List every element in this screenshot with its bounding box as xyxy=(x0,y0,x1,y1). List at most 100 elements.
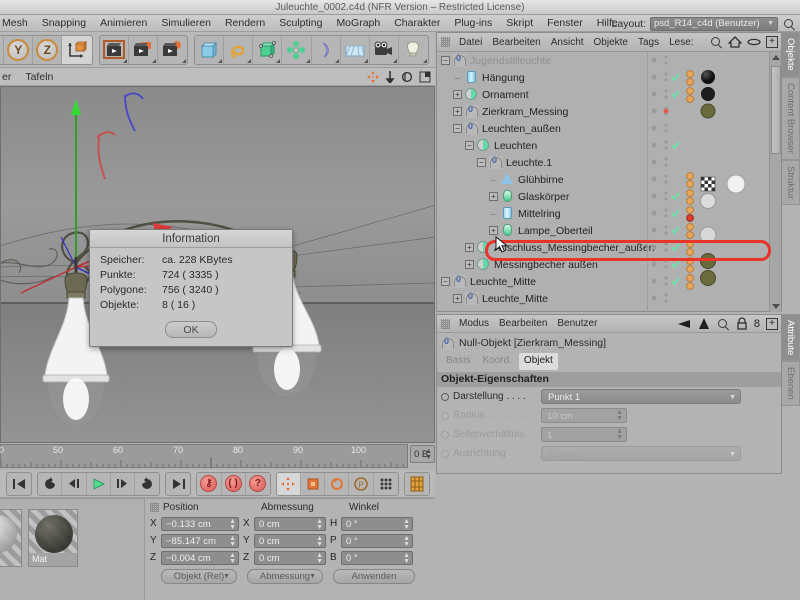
menu-plugins[interactable]: Plug-ins xyxy=(447,15,499,32)
scroll-down-arrow-icon[interactable] xyxy=(772,304,780,309)
expand-icon[interactable]: + xyxy=(766,36,778,48)
axis-lock-y-button[interactable]: Y xyxy=(4,35,34,64)
tree-row-ornament[interactable]: + Ornament xyxy=(437,86,647,103)
stepper-icon[interactable]: ▲ ▼ xyxy=(229,518,236,531)
stepper-icon[interactable]: ▲ ▼ xyxy=(403,535,410,548)
history-count-label[interactable]: 8 xyxy=(754,318,760,330)
cube-icon[interactable] xyxy=(194,35,225,64)
menu-rendern[interactable]: Rendern xyxy=(218,15,272,32)
record-keyframe-icon[interactable]: ⚷ xyxy=(197,472,222,495)
om-menu-lese[interactable]: Lese: xyxy=(664,37,698,48)
stepper-icon[interactable]: ▲ ▼ xyxy=(229,552,236,565)
menu-sculpting[interactable]: Sculpting xyxy=(272,15,329,32)
tree-row-messingbecher-aussen[interactable]: + Messingbecher außen xyxy=(437,256,647,273)
menu-tafeln[interactable]: Tafeln xyxy=(18,68,60,86)
autokey-icon[interactable]: ( ) xyxy=(221,472,246,495)
material-swatch-partial[interactable] xyxy=(0,509,22,567)
angle-b-field[interactable]: 0 ° ▲ ▼ xyxy=(341,550,413,565)
scale-icon[interactable] xyxy=(385,70,395,83)
home-icon[interactable] xyxy=(728,36,742,48)
om-menu-tags[interactable]: Tags xyxy=(633,37,664,48)
expander-minus-icon[interactable]: − xyxy=(477,158,486,167)
tree-row-lampe-oberteil[interactable]: + Lampe_Oberteil xyxy=(437,222,647,239)
expander-plus-icon[interactable]: + xyxy=(465,243,474,252)
tree-row-haengung[interactable]: – Hängung xyxy=(437,69,647,86)
stepper-icon[interactable]: ▲ ▼ xyxy=(616,428,623,441)
tab-objekt[interactable]: Objekt xyxy=(518,353,558,370)
tree-row-zierkram-messing[interactable]: + Zierkram_Messing xyxy=(437,103,647,120)
tree-row-glaskoerper[interactable]: + Glaskörper xyxy=(437,188,647,205)
om-menu-objekte[interactable]: Objekte xyxy=(589,37,633,48)
size-z-field[interactable]: 0 cm ▲ ▼ xyxy=(254,550,326,565)
expander-minus-icon[interactable]: − xyxy=(441,277,450,286)
expander-plus-icon[interactable]: + xyxy=(489,192,498,201)
material-manager[interactable]: Mat xyxy=(0,498,145,600)
object-manager-scrollbar[interactable] xyxy=(769,52,781,312)
tree-row-leuchte-1[interactable]: − Leuchte.1 xyxy=(437,154,647,171)
current-frame-field[interactable]: 0 B ▲ ▼ xyxy=(410,445,435,463)
stepper-icon[interactable]: ▲ ▼ xyxy=(403,518,410,531)
view-layout-icon[interactable] xyxy=(419,71,431,83)
timeline-icon[interactable] xyxy=(404,472,429,495)
angle-h-field[interactable]: 0 ° ▲ ▼ xyxy=(341,516,413,531)
radio-icon[interactable] xyxy=(441,411,449,420)
tree-row-anschluss-messingbecher[interactable]: + Anschluss_Messingbecher_außen xyxy=(437,239,655,256)
am-menu-bearbeiten[interactable]: Bearbeiten xyxy=(494,318,552,329)
stepper-icon[interactable]: ▲ ▼ xyxy=(316,518,323,531)
tree-row-leuchte-mitte[interactable]: − Leuchte_Mitte xyxy=(437,273,647,290)
position-key-icon[interactable] xyxy=(276,472,302,495)
step-forward-icon[interactable] xyxy=(110,472,135,495)
om-menu-bearbeiten[interactable]: Bearbeiten xyxy=(487,37,545,48)
position-x-field[interactable]: −0.133 cm ▲ ▼ xyxy=(161,516,239,531)
spline-icon[interactable] xyxy=(224,35,254,64)
ok-button[interactable]: OK xyxy=(165,321,217,338)
am-menu-modus[interactable]: Modus xyxy=(454,318,494,329)
expander-plus-icon[interactable]: + xyxy=(489,226,498,235)
angle-p-field[interactable]: 0 ° ▲ ▼ xyxy=(341,533,413,548)
size-x-field[interactable]: 0 cm ▲ ▼ xyxy=(254,516,326,531)
radius-field[interactable]: 10 cm ▲ ▼ xyxy=(541,408,627,423)
play-icon[interactable] xyxy=(86,472,111,495)
tab-content-browser[interactable]: Content Browser xyxy=(782,76,800,160)
search-icon[interactable] xyxy=(782,17,796,31)
tree-row-mittelring[interactable]: – Mittelring xyxy=(437,205,647,222)
stepper-icon[interactable]: ▲ ▼ xyxy=(316,535,323,548)
tab-objekte[interactable]: Objekte xyxy=(782,32,800,77)
expander-minus-icon[interactable]: − xyxy=(465,141,474,150)
stepper-icon[interactable]: ▲ ▼ xyxy=(616,409,623,422)
menu-skript[interactable]: Skript xyxy=(499,15,540,32)
tree-row-jugendstilleuchte[interactable]: − Jugendstilleuchte xyxy=(437,52,647,69)
information-dialog[interactable]: Information Speicher: ca. 228 KBytes Pun… xyxy=(89,229,293,347)
object-tree[interactable]: − Jugendstilleuchte – Hängung + Ornament xyxy=(437,52,655,312)
apply-button[interactable]: Anwenden xyxy=(333,569,415,584)
viewport-perspective[interactable]: Information Speicher: ca. 228 KBytes Pun… xyxy=(0,86,435,443)
point-level-anim-icon[interactable] xyxy=(373,472,398,495)
tab-attribute[interactable]: Attribute xyxy=(782,314,800,362)
rotation-key-icon[interactable] xyxy=(325,472,350,495)
seitenverhaeltnis-field[interactable]: 1 ▲ ▼ xyxy=(541,427,627,442)
scale-key-icon[interactable] xyxy=(301,472,326,495)
menu-fenster[interactable]: Fenster xyxy=(540,15,590,32)
search-icon[interactable] xyxy=(709,35,723,49)
position-y-field[interactable]: −85.147 cm ▲ ▼ xyxy=(161,533,239,548)
back-arrow-icon[interactable] xyxy=(676,318,692,330)
size-y-field[interactable]: 0 cm ▲ ▼ xyxy=(254,533,326,548)
menu-snapping[interactable]: Snapping xyxy=(35,15,93,32)
render-settings-icon[interactable] xyxy=(157,35,187,64)
expander-plus-icon[interactable]: + xyxy=(453,107,462,116)
expander-plus-icon[interactable]: + xyxy=(453,90,462,99)
expander-plus-icon[interactable]: + xyxy=(453,294,462,303)
object-tags-columns[interactable] xyxy=(647,52,771,312)
floor-icon[interactable] xyxy=(340,35,370,64)
expander-minus-icon[interactable]: − xyxy=(453,124,462,133)
size-mode-dropdown[interactable]: Abmessung ▼ xyxy=(247,569,323,584)
deformer-icon[interactable] xyxy=(282,35,312,64)
radio-icon[interactable] xyxy=(441,392,449,401)
tree-row-leuchte-mitte-child[interactable]: + Leuchte_Mitte xyxy=(437,290,647,307)
keyframe-selection-icon[interactable]: ? xyxy=(245,472,270,495)
am-menu-benutzer[interactable]: Benutzer xyxy=(552,318,602,329)
expand-icon[interactable]: + xyxy=(766,317,778,330)
stepper-icon[interactable]: ▲ ▼ xyxy=(316,552,323,565)
panel-grip-icon[interactable] xyxy=(150,502,159,512)
up-arrow-icon[interactable] xyxy=(698,317,710,331)
